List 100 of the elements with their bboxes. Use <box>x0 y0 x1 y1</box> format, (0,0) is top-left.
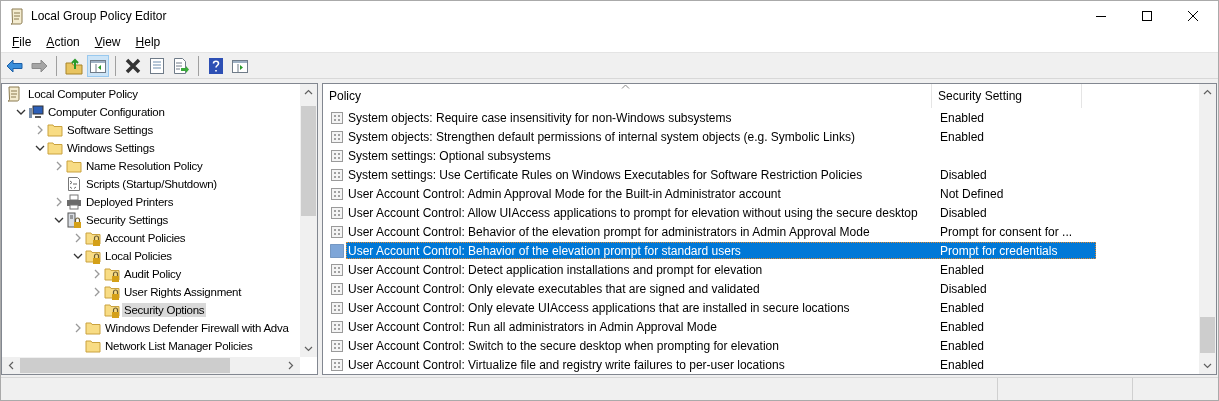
table-cell-text: Prompt for credentials <box>939 243 1058 258</box>
menu-item[interactable]: Action <box>38 34 88 49</box>
table-cell-text: User Account Control: Only elevate UIAccess applications that are installed in secure locations <box>347 300 851 315</box>
table-row[interactable]: User Account Control: Only elevate executables that are signed and validated Disabled <box>346 280 1096 298</box>
scroll-thumb[interactable] <box>20 358 230 374</box>
tree-item[interactable]: Local Policies <box>103 249 174 264</box>
tree-item[interactable]: Security Settings <box>84 213 171 228</box>
table-cell-text: Enabled <box>939 129 985 144</box>
table-row[interactable]: User Account Control: Run all administrators in Admin Approval Mode Enabled <box>346 318 1096 336</box>
policy-icon <box>330 110 344 125</box>
table-row[interactable]: User Account Control: Behavior of the elevation prompt for administrators in Admin Approval Mode Prompt for consent for ... <box>346 223 1096 241</box>
tree-item[interactable]: Software Settings <box>65 123 155 138</box>
server-lock-icon <box>66 212 82 229</box>
scroll-down-icon[interactable] <box>1203 363 1212 370</box>
folder-icon <box>47 140 63 157</box>
scroll-down-icon[interactable] <box>304 346 313 353</box>
vertical-scrollbar[interactable] <box>1199 84 1216 375</box>
table-row[interactable]: System settings: Use Certificate Rules on Windows Executables for Software Restriction Policies Disabled <box>346 166 1096 184</box>
policy-icon <box>330 281 344 296</box>
table-row[interactable]: User Account Control: Behavior of the elevation prompt for standard users Prompt for credentials <box>346 242 1096 260</box>
window-title: Local Group Policy Editor <box>31 9 167 24</box>
policy-icon <box>330 186 344 201</box>
table-cell-text: Disabled <box>939 167 987 182</box>
scroll-right-icon[interactable] <box>288 361 294 371</box>
policy-icon <box>330 205 344 220</box>
table-row[interactable]: User Account Control: Only elevate UIAccess applications that are installed in secure locations Enabled <box>346 299 1096 317</box>
table-cell-text: User Account Control: Run all administrators in Admin Approval Mode <box>347 319 718 334</box>
table-row[interactable]: User Account Control: Switch to the secure desktop when prompting for elevation Enabled <box>346 337 1096 355</box>
table-row[interactable]: User Account Control: Detect application installations and prompt for elevation Enabled <box>346 261 1096 279</box>
menu-item[interactable]: File <box>4 34 40 49</box>
tree-item[interactable]: Local Computer Policy <box>26 87 140 102</box>
menu-item[interactable]: Help <box>127 34 169 49</box>
table-cell-text: System objects: Require case insensitivity for non-Windows subsystems <box>347 110 733 125</box>
horizontal-scrollbar[interactable] <box>2 357 300 375</box>
column-header[interactable]: Policy <box>323 84 932 109</box>
collapsed-chevron-icon[interactable] <box>92 287 102 298</box>
tree-item[interactable]: Deployed Printers <box>84 195 176 210</box>
locked-folder-icon <box>85 248 101 265</box>
table-cell-text: User Account Control: Behavior of the elevation prompt for standard users <box>347 243 742 258</box>
collapsed-chevron-icon[interactable] <box>35 125 45 136</box>
column-header[interactable]: Security Setting <box>932 84 1082 109</box>
policy-icon <box>330 357 344 372</box>
table-cell-text: Enabled <box>939 338 985 353</box>
tree-item[interactable]: User Rights Assignment <box>122 285 244 300</box>
tree-item[interactable]: Windows Settings <box>65 141 157 156</box>
folder-icon <box>66 158 82 175</box>
menu-item[interactable]: View <box>86 34 129 49</box>
policy-icon <box>330 300 344 315</box>
close-icon[interactable] <box>1188 11 1198 22</box>
locked-folder-icon <box>104 302 120 319</box>
scroll-left-icon[interactable] <box>8 361 14 371</box>
tree-item[interactable]: Audit Policy <box>122 267 184 282</box>
table-cell-text: Enabled <box>939 319 985 334</box>
policy-icon <box>330 148 344 163</box>
table-row[interactable]: User Account Control: Admin Approval Mode for the Built-in Administrator account Not Defined <box>346 185 1096 203</box>
scroll-thumb[interactable] <box>1200 317 1215 354</box>
locked-folder-icon <box>104 266 120 283</box>
scroll-thumb[interactable] <box>301 106 316 217</box>
table-row[interactable]: System settings: Optional subsystems <box>346 147 1096 165</box>
collapsed-chevron-icon[interactable] <box>54 161 64 172</box>
table-row[interactable]: System objects: Require case insensitivity for non-Windows subsystems Enabled <box>346 109 1096 127</box>
locked-folder-icon <box>85 230 101 247</box>
tree-item[interactable]: Network List Manager Policies <box>103 339 255 354</box>
table-cell-text: System settings: Use Certificate Rules on Windows Executables for Software Restriction Policies <box>347 167 864 182</box>
table-cell-text: User Account Control: Admin Approval Mode for the Built-in Administrator account <box>347 186 782 201</box>
vertical-scrollbar[interactable] <box>300 84 317 358</box>
script-icon <box>66 176 82 193</box>
table-cell-text: Enabled <box>939 357 985 372</box>
tree-item[interactable]: Computer Configuration <box>46 105 167 120</box>
table-row[interactable]: User Account Control: Virtualize file and registry write failures to per-user locations Enabled <box>346 356 1096 374</box>
tree-pane-icon[interactable] <box>87 54 109 77</box>
tree-item[interactable]: Security Options <box>122 303 207 318</box>
printer-icon <box>66 194 82 211</box>
table-cell-text: Disabled <box>939 281 987 296</box>
policy-icon <box>330 224 344 239</box>
collapsed-chevron-icon[interactable] <box>54 197 64 208</box>
scroll-icon <box>9 7 25 26</box>
table-cell-text: User Account Control: Behavior of the elevation prompt for administrators in Admin Approval Mode <box>347 224 871 239</box>
tree-item[interactable]: Windows Defender Firewall with Adva <box>103 321 291 336</box>
tree-item[interactable]: Scripts (Startup/Shutdown) <box>84 177 219 192</box>
policy-icon <box>330 262 344 277</box>
collapsed-chevron-icon[interactable] <box>92 269 102 280</box>
collapsed-chevron-icon[interactable] <box>73 233 83 244</box>
scroll-up-icon[interactable] <box>304 89 313 96</box>
table-cell-text: User Account Control: Switch to the secure desktop when prompting for elevation <box>347 338 780 353</box>
collapsed-chevron-icon[interactable] <box>73 323 83 334</box>
table-row[interactable]: System objects: Strengthen default permissions of internal system objects (e.g. Symbolic Links) Enabled <box>346 128 1096 146</box>
scroll-up-icon[interactable] <box>1203 89 1212 96</box>
table-cell-text: User Account Control: Detect application installations and prompt for elevation <box>347 262 764 277</box>
table-cell-text: System objects: Strengthen default permissions of internal system objects (e.g. Symbolic Links) <box>347 129 856 144</box>
tree-item[interactable]: Name Resolution Policy <box>84 159 205 174</box>
maximize-icon[interactable] <box>1142 11 1152 22</box>
table-cell-text: Disabled <box>939 205 987 220</box>
policy-icon <box>330 167 344 182</box>
table-cell-text: User Account Control: Only elevate executables that are signed and validated <box>347 281 761 296</box>
locked-folder-icon <box>104 284 120 301</box>
table-row[interactable]: User Account Control: Allow UIAccess applications to prompt for elevation without using the secure desktop Disabled <box>346 204 1096 222</box>
tree-item[interactable]: Account Policies <box>103 231 188 246</box>
policy-icon <box>330 129 344 144</box>
policy-icon <box>330 319 344 334</box>
